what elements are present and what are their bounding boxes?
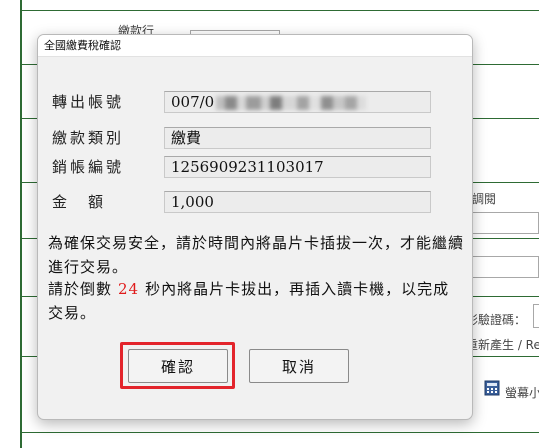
dialog-title: 全國繳費稅確認 [38,35,472,57]
confirm-button[interactable]: 確認 [128,349,228,383]
regenerate-link[interactable]: 重新產生 / Re [466,336,539,353]
field-row-source-account: 轉出帳號 007/0 [52,91,472,113]
background-field[interactable] [472,256,539,278]
screen-keyboard-label[interactable]: 螢幕小 [505,384,539,401]
field-row-bill-number: 銷帳編號 1256909231103017 [52,156,472,178]
cancel-button[interactable]: 取消 [249,349,349,383]
field-row-payment-type: 繳款類別 繳費 [52,127,472,149]
confirm-dialog: 全國繳費稅確認 轉出帳號 007/0 繳款類別 繳費 銷帳編號 12569092… [37,34,473,420]
masked-account-digits [216,96,367,110]
page-divider [20,10,539,11]
bill-number-label: 銷帳編號 [52,158,125,176]
bill-number-value: 1256909231103017 [164,156,431,178]
source-account-value: 007/0 [164,91,431,113]
captcha-label: 影驗證碼： [466,313,527,327]
security-message: 為確保交易安全，請於時間內將晶片卡插拔一次，才能繼續進行交易。 [48,234,465,276]
payment-type-label: 繳款類別 [52,129,125,147]
countdown-seconds: 24 [118,280,140,298]
page-divider [20,432,539,433]
amount-value: 1,000 [164,191,431,213]
amount-label: 金 額 [52,193,107,211]
calculator-icon[interactable] [484,380,500,396]
payment-type-value: 繳費 [164,127,431,149]
captcha-input[interactable] [533,304,539,328]
background-field[interactable] [472,212,539,234]
page-border-left [20,0,22,448]
countdown-message: 請於倒數 24 秒內將晶片卡拔出，再插入讀卡機，以完成交易。 [48,280,450,322]
field-row-amount: 金 額 1,000 [52,191,472,213]
source-account-label: 轉出帳號 [52,93,125,111]
inquiry-label: 調閱 [472,192,497,206]
